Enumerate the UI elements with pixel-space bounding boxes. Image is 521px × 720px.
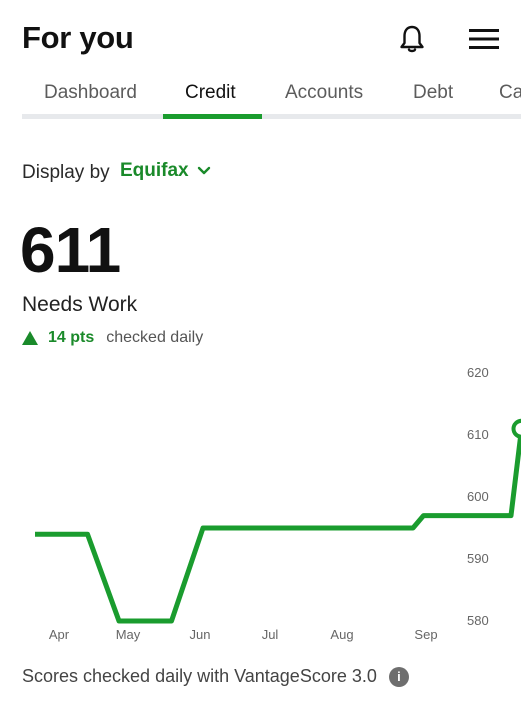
x-tick-label: Aug (330, 627, 353, 642)
chevron-down-icon (197, 166, 210, 175)
y-tick-label: 600 (467, 489, 489, 504)
score-frequency: checked daily (106, 329, 204, 346)
x-tick-label: May (116, 627, 141, 642)
provider-dropdown[interactable]: Equifax (120, 160, 211, 182)
triangle-up-icon (22, 331, 38, 345)
active-tab-indicator (163, 114, 262, 119)
x-tick-label: Jul (262, 627, 279, 642)
score-delta: 14 pts (48, 329, 95, 346)
display-by-label: Display by (22, 162, 110, 183)
y-tick-label: 590 (467, 551, 489, 566)
tab-cards-partial[interactable]: Ca (499, 79, 521, 115)
tabs-track (22, 114, 521, 119)
score-status: Needs Work (22, 293, 138, 316)
score-change: 14 pts checked daily (22, 329, 203, 347)
tab-credit[interactable]: Credit (185, 79, 236, 115)
y-tick-label: 610 (467, 427, 489, 442)
header: For you (0, 0, 521, 75)
score-line (35, 428, 521, 624)
hamburger-menu-icon[interactable] (467, 28, 501, 50)
provider-name: Equifax (120, 160, 189, 181)
x-tick-label: Apr (49, 627, 70, 642)
footer-note: Scores checked daily with VantageScore 3… (22, 666, 409, 687)
x-tick-label: Sep (414, 627, 437, 642)
score-history-chart: 580 590 600 610 620 Apr May Jun Jul Aug Sep (35, 365, 521, 642)
page-title: For you (22, 20, 134, 55)
y-tick-label: 620 (467, 365, 489, 380)
bell-icon[interactable] (398, 24, 426, 54)
tab-debt[interactable]: Debt (413, 79, 453, 115)
tab-dashboard[interactable]: Dashboard (44, 79, 137, 115)
footer-text: Scores checked daily with VantageScore 3… (22, 666, 377, 686)
y-tick-label: 580 (467, 613, 489, 628)
info-icon[interactable]: i (388, 666, 409, 687)
tab-accounts[interactable]: Accounts (285, 79, 363, 115)
x-tick-label: Jun (190, 627, 211, 642)
tab-bar: Dashboard Credit Accounts Debt Ca (0, 75, 521, 123)
credit-score: 611 (20, 214, 121, 286)
latest-score-point[interactable] (511, 418, 521, 439)
